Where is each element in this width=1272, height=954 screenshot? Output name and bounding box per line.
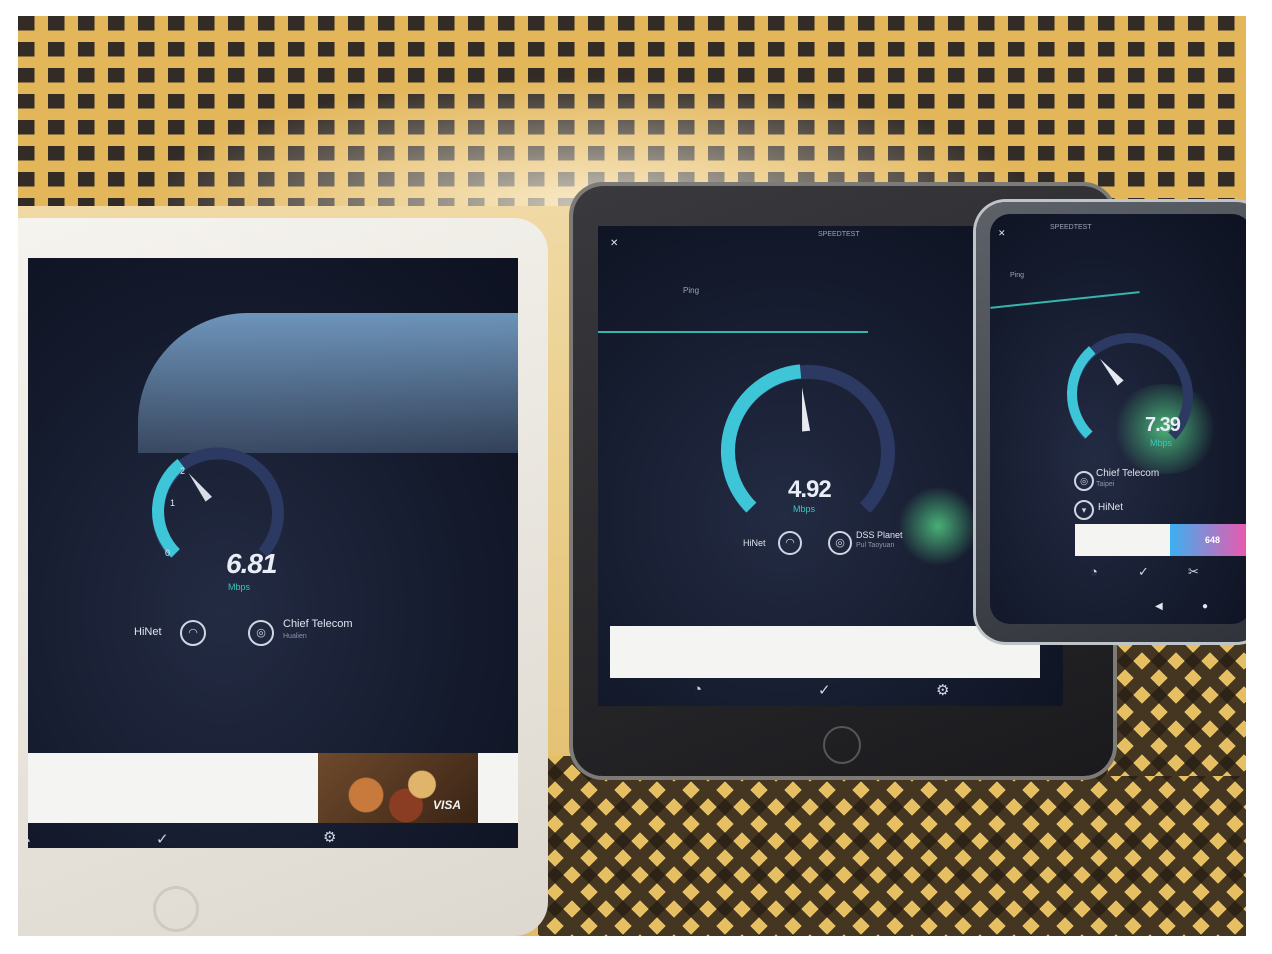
gauge-needle (1099, 358, 1124, 386)
server-location: Taipei (1096, 481, 1115, 488)
isp-label: HiNet (743, 538, 766, 548)
speed-value: 6.81 (226, 548, 277, 579)
close-icon[interactable]: ✕ (998, 228, 1006, 239)
speed-graph-line (990, 291, 1140, 309)
android-phone: ✕ SPEEDTEST Ping 7.39 Mbps ◎ Chief Telec… (976, 202, 1246, 642)
speed-value: 4.92 (788, 476, 832, 503)
settings-tab-icon[interactable]: ⚙ (936, 681, 949, 699)
globe-icon: ◎ (1074, 471, 1094, 491)
speedometer-tab-icon[interactable]: ◔ (1090, 564, 1098, 579)
white-ipad-screen: 0 1 2 6.81 Mbps HiNet ◠ ◎ Chief Telecom … (28, 258, 518, 848)
ping-label: Ping (1010, 272, 1025, 279)
ad-food-image (318, 753, 478, 823)
wifi-icon: ◠ (778, 531, 802, 555)
results-tab-icon[interactable]: ✓ (156, 830, 169, 848)
gauge-needle (802, 387, 811, 432)
gauge-tick-2: 2 (180, 466, 186, 476)
isp-label: HiNet (134, 626, 162, 638)
close-icon[interactable]: ✕ (610, 238, 618, 249)
window-reflection (138, 313, 518, 453)
gauge-tick-0: 0 (165, 548, 171, 558)
settings-tab-icon[interactable]: ⚙ (323, 828, 336, 846)
server-name[interactable]: Chief Telecom (283, 618, 353, 630)
promo-banner[interactable]: 648 (1170, 524, 1246, 556)
server-location: Pul Taoyuan (856, 542, 895, 549)
app-title: SPEEDTEST (818, 231, 860, 238)
ping-label: Ping (683, 286, 700, 295)
ad-banner[interactable] (610, 626, 1040, 678)
server-location: Hualien (283, 633, 307, 640)
results-tab-icon[interactable]: ✓ (818, 681, 831, 699)
speed-graph-line (598, 331, 868, 333)
gauge-progress-arc (1067, 346, 1096, 439)
speedometer-tab-icon[interactable]: ◔ (28, 833, 31, 848)
phone-gauge (1067, 333, 1193, 440)
tools-tab-icon[interactable]: ✂ (1188, 564, 1199, 580)
server-name[interactable]: Chief Telecom (1096, 468, 1159, 479)
isp-label: HiNet (1098, 502, 1124, 513)
speed-unit: Mbps (228, 582, 251, 592)
speed-value: 7.39 (1145, 414, 1181, 436)
photo-scene: 0 1 2 6.81 Mbps HiNet ◠ ◎ Chief Telecom … (18, 16, 1246, 936)
speedometer-tab-icon[interactable]: ◔ (693, 681, 702, 698)
globe-icon: ◎ (248, 620, 274, 646)
phone-screen: ✕ SPEEDTEST Ping 7.39 Mbps ◎ Chief Telec… (990, 214, 1246, 624)
speed-unit: Mbps (793, 504, 816, 514)
black-ipad-gauge (721, 364, 895, 513)
wifi-icon: ▾ (1074, 500, 1094, 520)
home-nav-icon[interactable]: ● (1202, 601, 1208, 612)
server-name[interactable]: DSS Planet (856, 530, 903, 540)
wifi-icon: ◠ (180, 620, 206, 646)
gauge-tick-1: 1 (170, 498, 176, 508)
white-ipad: 0 1 2 6.81 Mbps HiNet ◠ ◎ Chief Telecom … (18, 218, 548, 936)
green-glow (898, 486, 978, 566)
basket-floor-holes (538, 756, 1246, 936)
globe-icon: ◎ (828, 531, 852, 555)
home-button[interactable] (153, 886, 199, 932)
results-tab-icon[interactable]: ✓ (1138, 564, 1149, 580)
back-nav-icon[interactable]: ◀ (1155, 601, 1163, 612)
visa-logo: VISA (433, 798, 462, 812)
speed-unit: Mbps (1150, 438, 1173, 448)
home-button[interactable] (823, 726, 861, 764)
app-title: SPEEDTEST (1050, 224, 1092, 231)
gauge-needle (188, 473, 212, 502)
